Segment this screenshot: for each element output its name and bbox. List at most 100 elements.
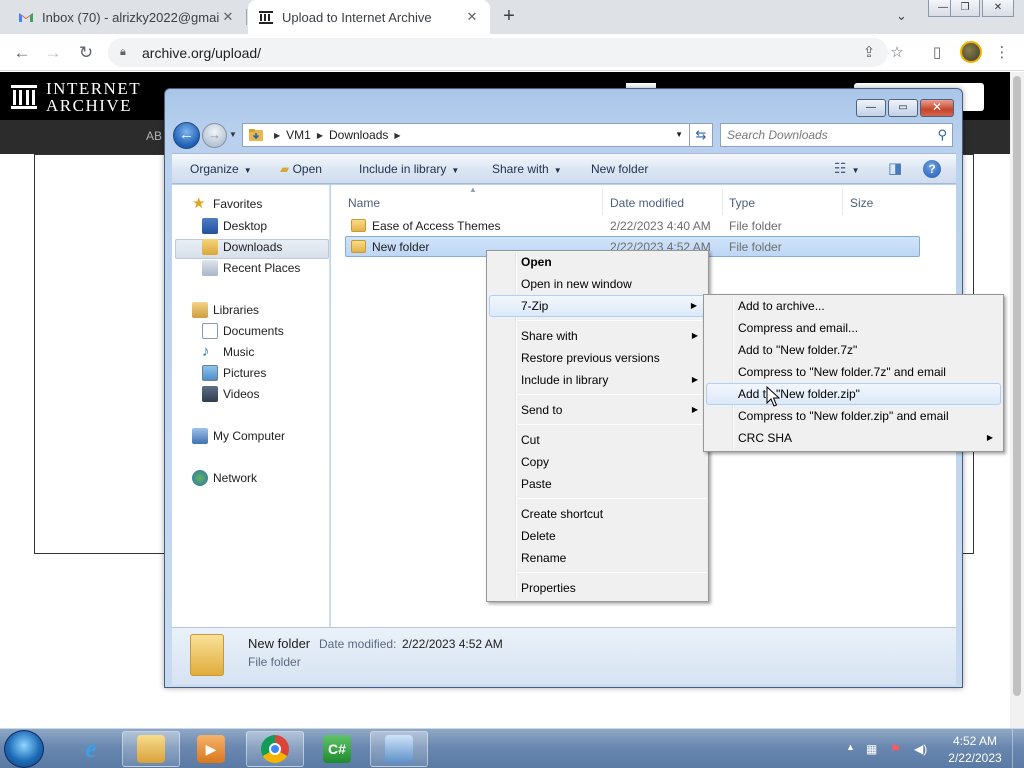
menu-share-with[interactable]: Share with ▶ (489, 325, 706, 347)
taskbar-internet-explorer[interactable]: e (62, 731, 120, 767)
nav-network[interactable]: Network (192, 468, 257, 488)
back-button[interactable]: ← (173, 122, 200, 149)
nav-videos[interactable]: Videos (202, 384, 259, 404)
taskbar-control-panel[interactable] (370, 731, 428, 767)
clock-date[interactable]: 2/22/2023 (944, 751, 1006, 765)
file-row[interactable]: Ease of Access Themes (351, 215, 501, 236)
column-header-size[interactable]: Size (850, 196, 873, 210)
tab-search-chevron-icon[interactable]: ⌄ (896, 8, 907, 24)
side-panel-icon[interactable]: ▯ (925, 41, 949, 65)
explorer-maximize-button[interactable]: ▭ (888, 99, 918, 117)
explorer-minimize-button[interactable]: — (856, 99, 886, 117)
zip-compress-7z-email[interactable]: Compress to "New folder.7z" and email (706, 361, 1001, 383)
new-folder-button[interactable]: New folder (591, 162, 648, 176)
address-bar[interactable]: 🔒︎ archive.org/upload/ (108, 38, 888, 67)
column-separator[interactable] (722, 189, 723, 215)
zip-crc-sha[interactable]: CRC SHA ▶ (706, 427, 1001, 449)
zip-compress-zip-email[interactable]: Compress to "New folder.zip" and email (706, 405, 1001, 427)
show-hidden-icons-chevron-icon[interactable]: ▲ (846, 742, 855, 752)
menu-send-to[interactable]: Send to ▶ (489, 399, 706, 421)
profile-avatar[interactable] (960, 41, 982, 63)
nav-my-computer[interactable]: My Computer (192, 426, 285, 446)
menu-delete[interactable]: Delete (489, 525, 706, 547)
menu-7zip[interactable]: 7-Zip ▶ (489, 295, 706, 317)
menu-copy[interactable]: Copy (489, 451, 706, 473)
menu-cut[interactable]: Cut (489, 429, 706, 451)
breadcrumb-arrow-icon[interactable]: ▶ (394, 131, 400, 140)
search-icon[interactable]: ⚲ (937, 127, 947, 143)
nav-downloads[interactable]: Downloads (202, 237, 282, 257)
back-arrow-icon[interactable]: ← (10, 41, 34, 65)
explorer-address-bar[interactable]: ▶ VM1 ▶ Downloads ▶ ▼ (242, 123, 690, 147)
menu-create-shortcut[interactable]: Create shortcut (489, 503, 706, 525)
recent-pages-chevron-icon[interactable]: ▼ (229, 130, 237, 139)
menu-kebab-icon[interactable]: ⋮ (990, 41, 1014, 65)
column-header-date-modified[interactable]: Date modified (610, 196, 684, 210)
share-icon[interactable]: ⇪ (857, 41, 881, 65)
refresh-icon[interactable]: ⇆ (690, 123, 713, 147)
explorer-search-input[interactable]: Search Downloads ⚲ (720, 123, 953, 147)
forward-button[interactable]: → (202, 123, 227, 148)
help-icon[interactable]: ? (923, 160, 941, 178)
network-tray-icon[interactable]: ▦ (866, 742, 877, 756)
menu-rename[interactable]: Rename (489, 547, 706, 569)
column-header-type[interactable]: Type (729, 196, 755, 210)
zip-add-to-archive[interactable]: Add to archive... (706, 295, 1001, 317)
breadcrumb-arrow-icon[interactable]: ▶ (317, 131, 323, 140)
breadcrumb-downloads[interactable]: Downloads (329, 128, 388, 142)
nav-favorites[interactable]: ★ Favorites (192, 194, 262, 214)
menu-open-new-window[interactable]: Open in new window (489, 273, 706, 295)
column-header-name[interactable]: Name (348, 196, 380, 210)
zip-add-to-7z[interactable]: Add to "New folder.7z" (706, 339, 1001, 361)
taskbar-media-player[interactable]: ▶ (182, 731, 240, 767)
menu-properties[interactable]: Properties (489, 577, 706, 599)
show-desktop-button[interactable] (1012, 729, 1024, 768)
tab-internet-archive-upload[interactable]: Upload to Internet Archive ✕ (248, 0, 490, 34)
taskbar-windows-explorer[interactable] (122, 731, 180, 767)
explorer-close-button[interactable]: ✕ (920, 99, 954, 117)
menu-include-in-library[interactable]: Include in library ▶ (489, 369, 706, 391)
new-tab-button[interactable]: + (498, 5, 520, 27)
taskbar-csharp-app[interactable]: C# (308, 731, 366, 767)
preview-pane-icon[interactable]: ◨ (888, 159, 902, 177)
file-row-selected[interactable]: New folder (351, 236, 429, 257)
close-tab-icon[interactable]: ✕ (464, 9, 480, 25)
menu-open[interactable]: Open (489, 251, 706, 273)
forward-arrow-icon[interactable]: → (41, 41, 65, 65)
reload-icon[interactable]: ↻ (74, 41, 98, 65)
ia-subnav-item[interactable]: AB (146, 129, 162, 143)
scrollbar-thumb[interactable] (1013, 76, 1021, 696)
include-in-library-button[interactable]: Include in library ▼ (359, 162, 459, 176)
nav-music[interactable]: ♪ Music (202, 342, 254, 362)
share-with-button[interactable]: Share with ▼ (492, 162, 562, 176)
nav-pictures[interactable]: Pictures (202, 363, 266, 383)
start-button[interactable] (4, 730, 44, 768)
nav-libraries[interactable]: Libraries (192, 300, 259, 320)
taskbar-chrome[interactable] (246, 731, 304, 767)
address-dropdown-icon[interactable]: ▼ (675, 130, 683, 139)
breadcrumb-vm1[interactable]: VM1 (286, 128, 311, 142)
zip-add-to-zip[interactable]: Add to "New folder.zip" (706, 383, 1001, 405)
view-options-icon[interactable]: ☷ ▼ (834, 160, 859, 177)
page-scrollbar[interactable] (1010, 72, 1024, 728)
volume-icon[interactable]: ◀) (914, 742, 927, 756)
restore-button[interactable]: ❐ (950, 0, 980, 17)
action-center-flag-icon[interactable]: ⚑ (890, 742, 901, 756)
breadcrumb-arrow-icon[interactable]: ▶ (274, 131, 280, 140)
menu-paste[interactable]: Paste (489, 473, 706, 495)
ia-logo[interactable]: INTERNET ARCHIVE (10, 80, 141, 114)
clock-time[interactable]: 4:52 AM (952, 734, 998, 748)
nav-documents[interactable]: Documents (202, 321, 284, 341)
close-tab-icon[interactable]: ✕ (220, 9, 236, 25)
tab-gmail-inbox[interactable]: Inbox (70) - alrizky2022@gmail.c ✕ (8, 0, 246, 34)
bookmark-star-icon[interactable]: ☆ (885, 41, 909, 65)
nav-recent-places[interactable]: Recent Places (202, 258, 300, 278)
organize-button[interactable]: Organize ▼ (190, 162, 252, 176)
column-separator[interactable] (842, 189, 843, 215)
column-separator[interactable] (602, 189, 603, 215)
open-button[interactable]: ▰ Open (280, 162, 322, 176)
close-window-button[interactable]: ✕ (982, 0, 1014, 17)
zip-compress-and-email[interactable]: Compress and email... (706, 317, 1001, 339)
nav-desktop[interactable]: Desktop (202, 216, 267, 236)
menu-restore-previous-versions[interactable]: Restore previous versions (489, 347, 706, 369)
